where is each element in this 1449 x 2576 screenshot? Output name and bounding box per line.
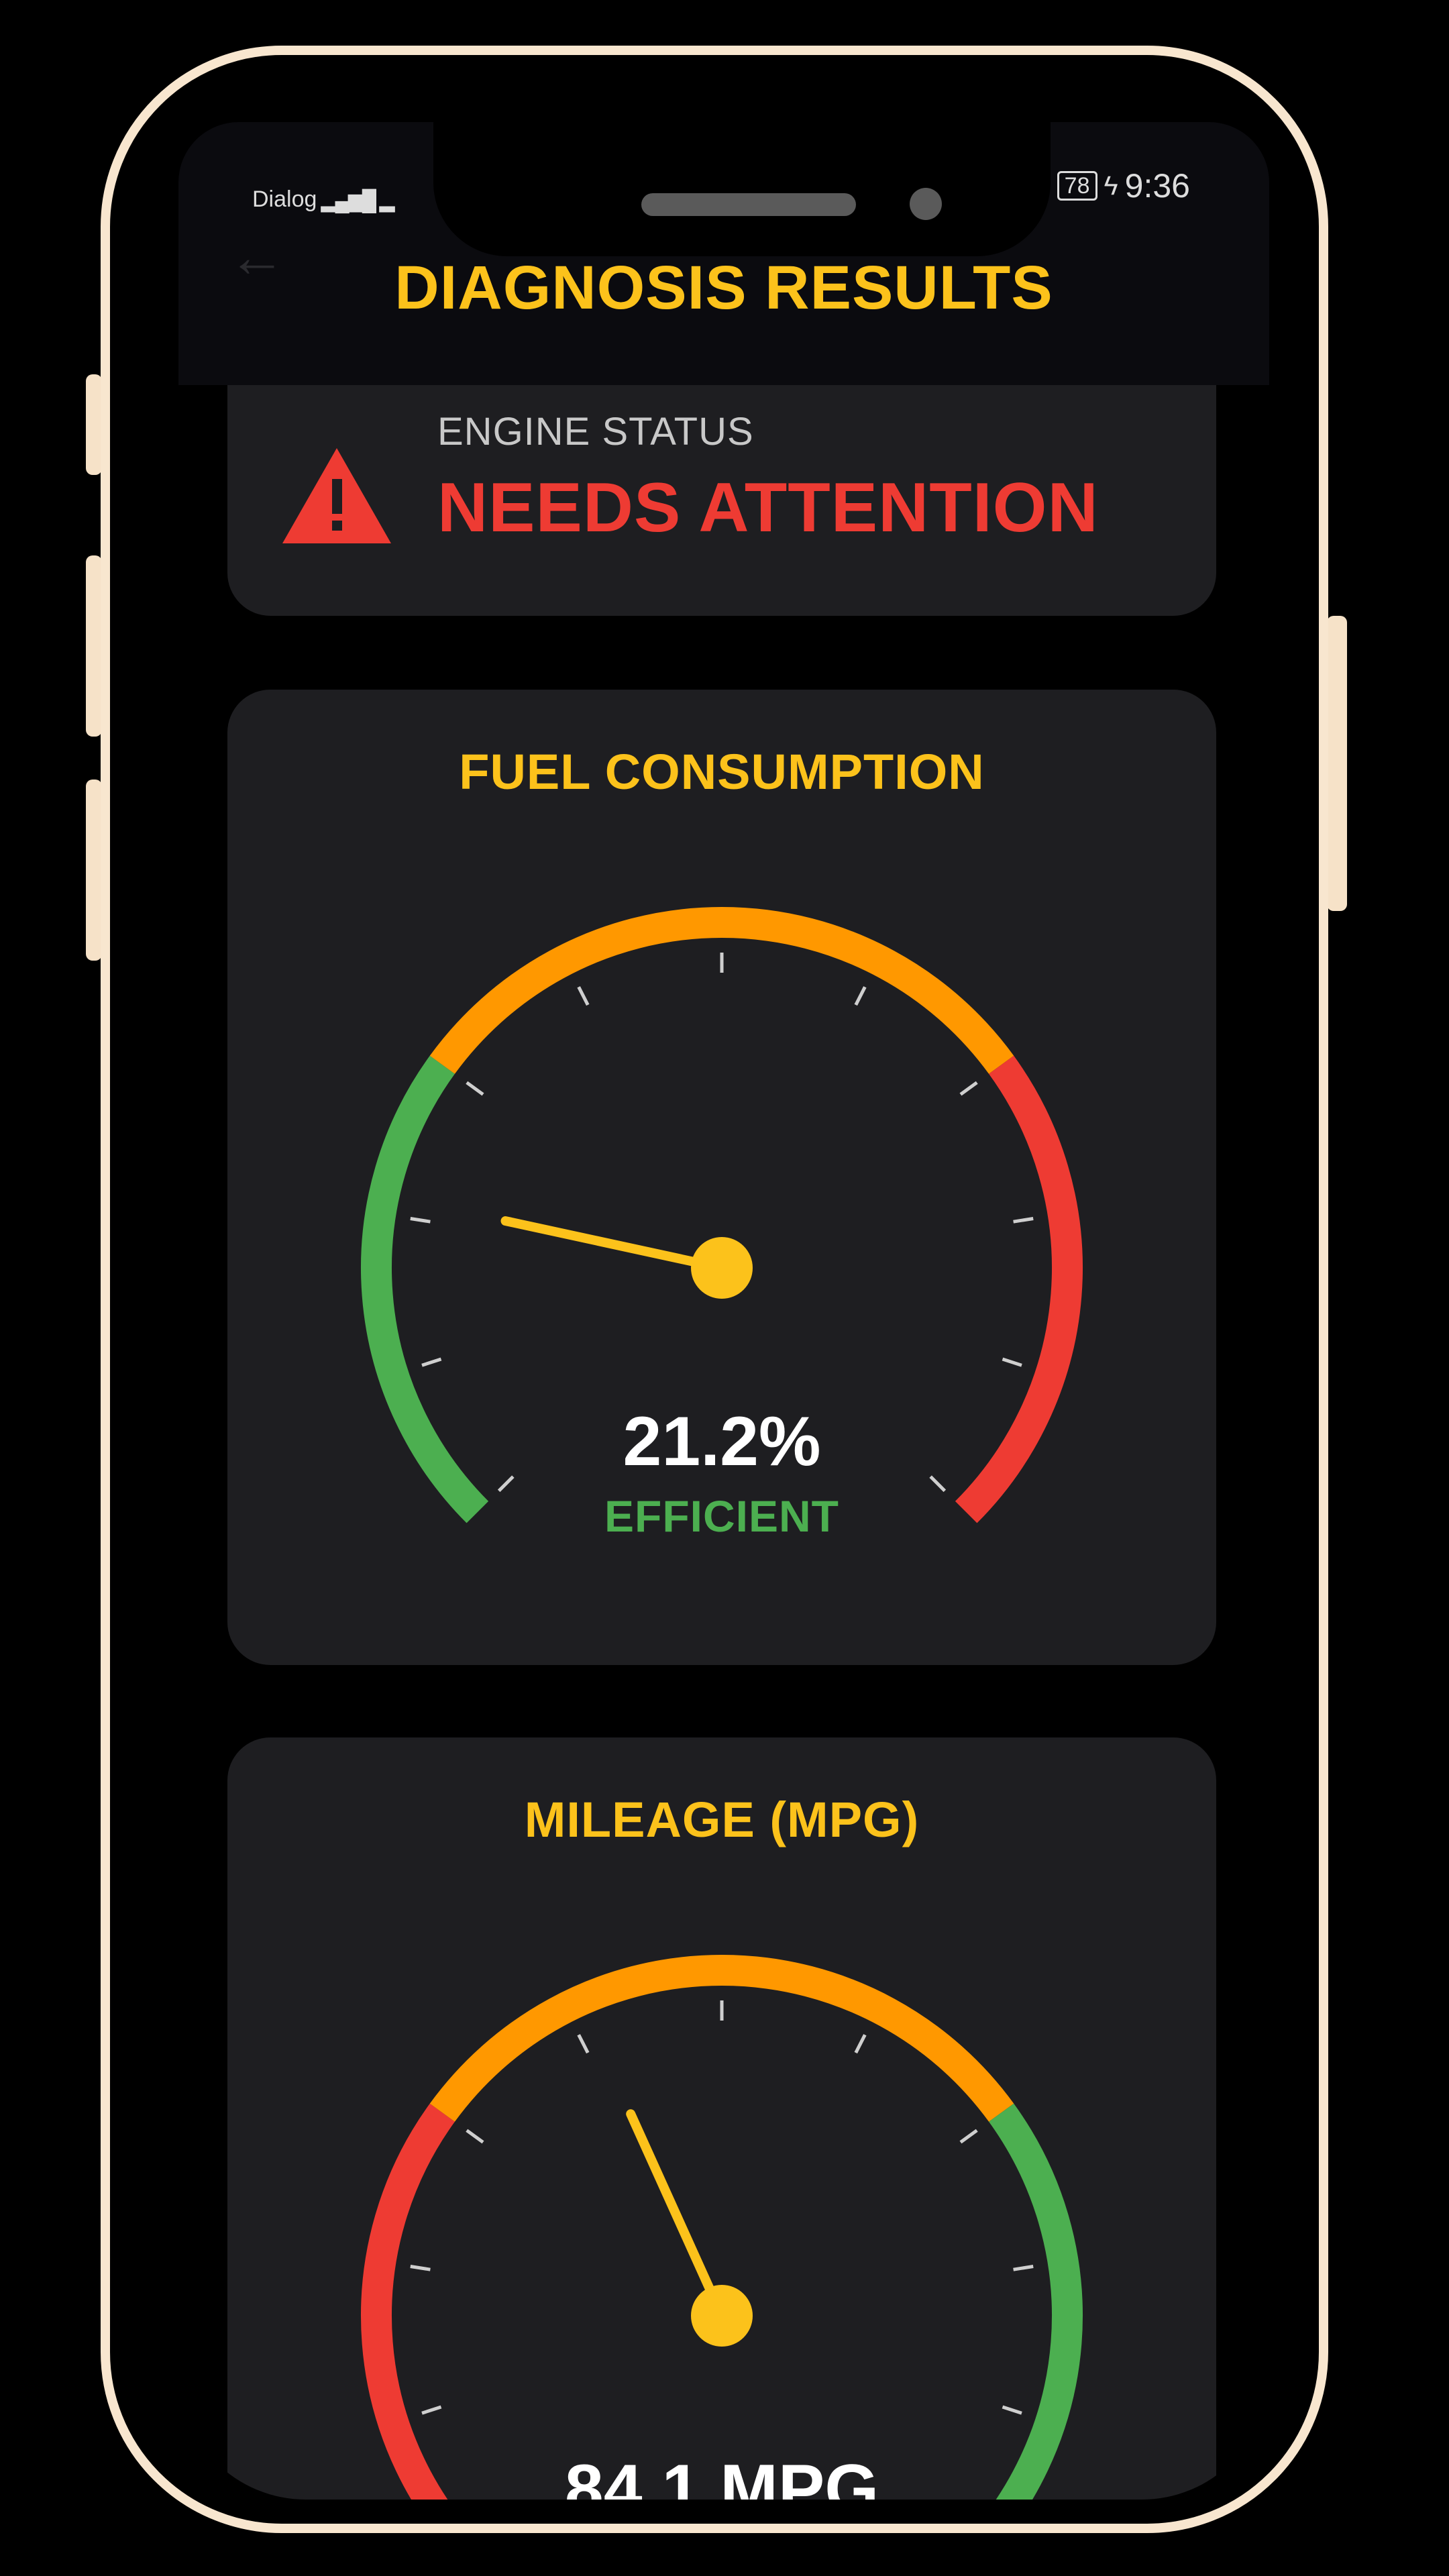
mileage-gauge-value: 84.1 MPG (564, 2451, 879, 2500)
mpg-gauge-tick (959, 2129, 978, 2144)
fuel-consumption-card: FUEL CONSUMPTION 21.2% EFFICIENT (227, 690, 1216, 1665)
mileage-card: MILEAGE (MPG) 84.1 MPG (227, 1737, 1216, 2500)
mileage-gauge-dial (361, 1955, 1083, 2500)
clock: 9:36 (1124, 167, 1190, 205)
mpg-gauge-arc-1 (429, 1955, 1014, 2122)
volume-up-button (86, 555, 102, 737)
mileage-gauge-hub (691, 2285, 753, 2347)
status-bar-left: Dialog ▂▄▆█ ▂ (252, 186, 394, 213)
engine-status-value: NEEDS ATTENTION (437, 469, 1099, 547)
fuel-gauge-hub (691, 1237, 753, 1299)
mileage-gauge-needle (626, 2109, 727, 2320)
engine-status-card: ENGINE STATUS NEEDS ATTENTION (227, 385, 1216, 616)
speaker-grille (641, 193, 856, 216)
fuel-gauge: 21.2% EFFICIENT (333, 879, 1111, 1657)
notch (433, 122, 1051, 256)
mpg-gauge-tick (421, 2405, 442, 2415)
mpg-gauge-arc-2 (989, 2103, 1083, 2500)
fuel-gauge-tick (959, 1081, 978, 1096)
volume-down-button (86, 780, 102, 961)
mpg-gauge-tick (577, 2034, 590, 2054)
front-camera (910, 188, 942, 220)
fuel-consumption-title: FUEL CONSUMPTION (459, 744, 985, 800)
fuel-gauge-value: 21.2% (623, 1403, 821, 1481)
fuel-gauge-tick (1002, 1357, 1022, 1367)
fuel-gauge-status: EFFICIENT (604, 1491, 839, 1541)
app-bar: Dialog ▂▄▆█ ▂ 78 ϟ 9:36 ← DIAGNOSIS RESU… (178, 122, 1269, 385)
fuel-gauge-tick (1013, 1217, 1034, 1224)
screen: Dialog ▂▄▆█ ▂ 78 ϟ 9:36 ← DIAGNOSIS RESU… (178, 122, 1269, 2500)
carrier-name: Dialog (252, 186, 317, 212)
battery-level: 78 (1064, 173, 1090, 199)
status-bar-right: 78 ϟ 9:36 (1057, 166, 1190, 205)
mpg-gauge-tick (1002, 2405, 1022, 2415)
fuel-gauge-tick (577, 986, 590, 1006)
warning-icon (282, 448, 391, 543)
mileage-title: MILEAGE (MPG) (524, 1792, 920, 1847)
mpg-gauge-tick (410, 2265, 431, 2271)
fuel-gauge-tick (466, 1081, 484, 1096)
phone-frame: Dialog ▂▄▆█ ▂ 78 ϟ 9:36 ← DIAGNOSIS RESU… (101, 46, 1328, 2533)
signal-icon: ▂▄▆█ ▂ (321, 190, 394, 212)
fuel-gauge-needle (500, 1216, 727, 1273)
volume-silent-switch (86, 374, 102, 475)
fuel-gauge-tick (854, 986, 867, 1006)
mpg-gauge-tick (466, 2129, 484, 2144)
charging-icon: ϟ (1104, 170, 1118, 201)
mpg-gauge-tick (1013, 2265, 1034, 2271)
page-title: DIAGNOSIS RESULTS (394, 254, 1053, 322)
fuel-gauge-tick (410, 1217, 431, 1224)
power-button (1327, 616, 1347, 911)
mpg-gauge-arc-0 (361, 2103, 455, 2500)
battery-icon: 78 (1057, 171, 1097, 201)
fuel-gauge-tick (421, 1357, 442, 1367)
mileage-gauge: 84.1 MPG (333, 1927, 1111, 2500)
engine-status-label: ENGINE STATUS (437, 410, 754, 453)
mpg-gauge-tick (854, 2034, 867, 2054)
fuel-gauge-arc-1 (429, 907, 1014, 1074)
